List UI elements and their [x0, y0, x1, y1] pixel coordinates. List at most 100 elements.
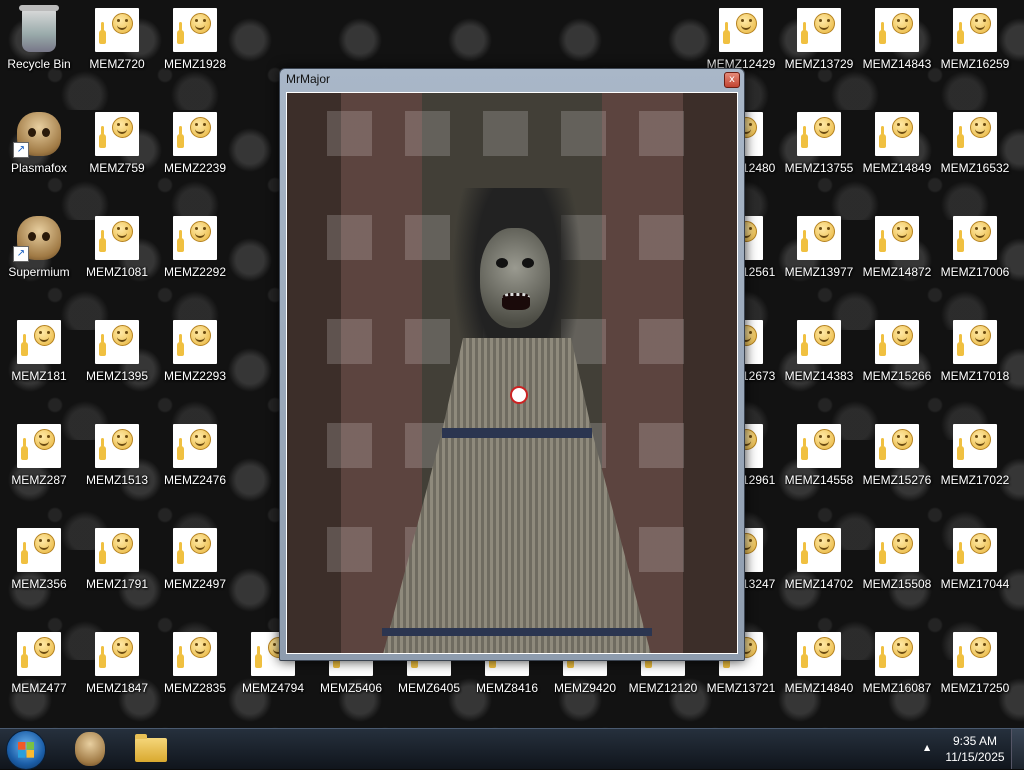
memz-file-icon[interactable]: MEMZ759: [78, 106, 156, 202]
desktop-icon-label: MEMZ2497: [163, 577, 227, 591]
desktop-icon-label: MEMZ13755: [784, 161, 854, 175]
desktop-icon-partial[interactable]: M: [1014, 2, 1024, 98]
memz-file-icon[interactable]: MEMZ16532: [936, 106, 1014, 202]
desktop-icon-label: M: [1014, 57, 1024, 71]
memz-file-icon[interactable]: MEMZ13755: [780, 106, 858, 202]
memz-file-icon[interactable]: MEMZ1395: [78, 314, 156, 410]
ghost-icon: [327, 423, 372, 468]
mrmajor-window[interactable]: MrMajor x: [279, 68, 745, 661]
taskbar-explorer-button[interactable]: [133, 732, 169, 766]
memz-file-icon[interactable]: MEMZ477: [0, 626, 78, 722]
trollface-icon: [719, 8, 763, 52]
desktop-icon-label: MEMZ14383: [784, 369, 854, 383]
memz-file-icon[interactable]: MEMZ14849: [858, 106, 936, 202]
memz-file-icon[interactable]: MEMZ16087: [858, 626, 936, 722]
taskbar-skull-icon[interactable]: [75, 732, 105, 766]
shortcut-arrow-icon: ↗: [13, 142, 29, 158]
desktop-icon-partial[interactable]: M: [1014, 626, 1024, 722]
desktop-icon-label: MEMZ1847: [85, 681, 149, 695]
memz-file-icon[interactable]: MEMZ181: [0, 314, 78, 410]
memz-file-icon[interactable]: MEMZ287: [0, 418, 78, 514]
desktop-icon-label: MEMZ14872: [862, 265, 932, 279]
trollface-icon: [953, 320, 997, 364]
folder-icon: [135, 734, 167, 762]
desktop-icon-label: MEMZ2239: [163, 161, 227, 175]
memz-file-icon[interactable]: MEMZ17250: [936, 626, 1014, 722]
desktop-icon-partial[interactable]: M: [1014, 106, 1024, 202]
memz-file-icon[interactable]: MEMZ2292: [156, 210, 234, 306]
memz-file-icon[interactable]: MEMZ720: [78, 2, 156, 98]
memz-file-icon[interactable]: MEMZ14840: [780, 626, 858, 722]
memz-file-icon[interactable]: MEMZ14383: [780, 314, 858, 410]
memz-file-icon[interactable]: MEMZ1928: [156, 2, 234, 98]
trollface-icon: [875, 528, 919, 572]
desktop-icon-label: MEMZ2835: [163, 681, 227, 695]
desktop-icon-partial[interactable]: M: [1014, 522, 1024, 618]
memz-file-icon[interactable]: MEMZ1513: [78, 418, 156, 514]
skull-icon: ↗: [13, 112, 61, 158]
memz-file-icon[interactable]: MEMZ16259: [936, 2, 1014, 98]
memz-file-icon[interactable]: MEMZ1081: [78, 210, 156, 306]
memz-file-icon[interactable]: MEMZ2293: [156, 314, 234, 410]
desktop-icon-partial[interactable]: M: [1014, 314, 1024, 410]
trollface-icon: [797, 216, 841, 260]
memz-file-icon[interactable]: MEMZ17018: [936, 314, 1014, 410]
memz-file-icon[interactable]: MEMZ356: [0, 522, 78, 618]
close-icon: x: [729, 74, 735, 85]
ghost-icon: [327, 111, 372, 156]
desktop-icon-label: M: [1014, 369, 1024, 383]
memz-file-icon[interactable]: MEMZ17022: [936, 418, 1014, 514]
memz-file-icon[interactable]: MEMZ17006: [936, 210, 1014, 306]
trollface-icon: [95, 320, 139, 364]
windows-logo-icon: [18, 742, 34, 758]
memz-file-icon[interactable]: MEMZ1847: [78, 626, 156, 722]
ghost-icon: [327, 319, 372, 364]
memz-file-icon[interactable]: MEMZ2476: [156, 418, 234, 514]
no-sign-icon: [510, 386, 528, 404]
start-button[interactable]: [6, 730, 46, 770]
memz-file-icon[interactable]: MEMZ13977: [780, 210, 858, 306]
memz-file-icon[interactable]: MEMZ14872: [858, 210, 936, 306]
shortcut-skull-icon[interactable]: ↗ Supermium: [0, 210, 78, 306]
memz-file-icon[interactable]: MEMZ17044: [936, 522, 1014, 618]
desktop-icon-label: M: [1014, 161, 1024, 175]
memz-file-icon[interactable]: MEMZ15508: [858, 522, 936, 618]
memz-file-icon[interactable]: MEMZ15266: [858, 314, 936, 410]
memz-file-icon[interactable]: MEMZ14702: [780, 522, 858, 618]
trollface-icon: [17, 320, 61, 364]
shortcut-skull-icon[interactable]: ↗ Plasmafox: [0, 106, 78, 202]
window-title: MrMajor: [286, 72, 330, 86]
desktop-icon-label: M: [1014, 473, 1024, 487]
doll-face: [480, 228, 550, 328]
memz-file-icon[interactable]: MEMZ13729: [780, 2, 858, 98]
memz-file-icon[interactable]: MEMZ2835: [156, 626, 234, 722]
memz-file-icon[interactable]: MEMZ2239: [156, 106, 234, 202]
desktop-icon-label: MEMZ13729: [784, 57, 854, 71]
trollface-icon: [17, 528, 61, 572]
desktop-icon-label: MEMZ759: [89, 161, 145, 175]
desktop-icon-label: MEMZ14849: [862, 161, 932, 175]
trash-icon: [19, 5, 59, 52]
ghost-icon: [405, 111, 450, 156]
clock[interactable]: 9:35 AM 11/15/2025: [940, 733, 1010, 765]
memz-file-icon[interactable]: MEMZ14843: [858, 2, 936, 98]
memz-file-icon[interactable]: MEMZ14558: [780, 418, 858, 514]
desktop-icon-label: MEMZ1081: [85, 265, 149, 279]
close-button[interactable]: x: [724, 72, 740, 88]
desktop-icon-label: MEMZ13721: [706, 681, 776, 695]
clock-time: 9:35 AM: [952, 734, 998, 748]
memz-file-icon[interactable]: MEMZ1791: [78, 522, 156, 618]
desktop-icon-partial[interactable]: M: [1014, 418, 1024, 514]
desktop-icon-label: MEMZ287: [11, 473, 67, 487]
trollface-icon: [875, 112, 919, 156]
show-desktop-button[interactable]: [1011, 729, 1024, 769]
trollface-icon: [95, 528, 139, 572]
desktop-icon-label: MEMZ13977: [784, 265, 854, 279]
memz-file-icon[interactable]: MEMZ2497: [156, 522, 234, 618]
memz-file-icon[interactable]: MEMZ15276: [858, 418, 936, 514]
recycle-bin-icon[interactable]: Recycle Bin: [0, 2, 78, 98]
desktop-icon-partial[interactable]: M: [1014, 210, 1024, 306]
desktop-icon-label: MEMZ17250: [940, 681, 1010, 695]
doll-sash: [442, 428, 592, 438]
tray-expand-icon[interactable]: ▲: [924, 743, 930, 752]
